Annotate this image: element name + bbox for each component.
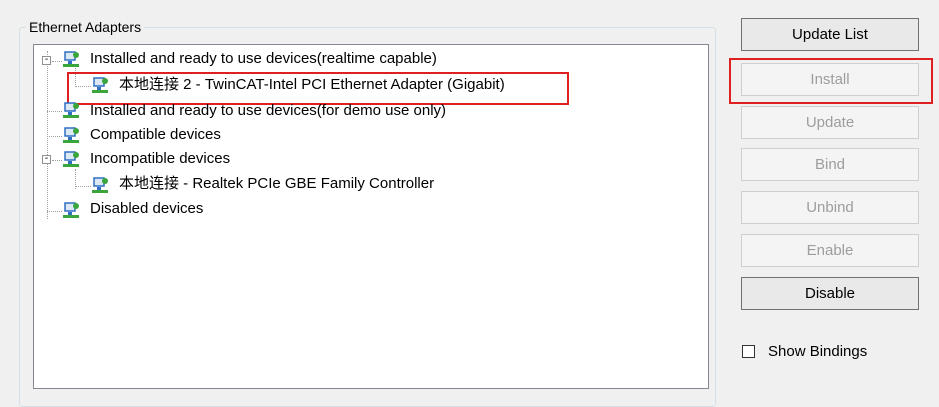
- tree-line: [52, 160, 62, 161]
- collapse-expander[interactable]: -: [42, 154, 51, 164]
- enable-button[interactable]: Enable: [741, 234, 919, 267]
- network-adapter-icon: [63, 51, 79, 67]
- groupbox-title: Ethernet Adapters: [26, 19, 145, 35]
- show-bindings-checkbox[interactable]: [742, 345, 755, 358]
- network-adapter-icon: [63, 102, 79, 118]
- tree-line: [47, 136, 62, 137]
- show-bindings-option[interactable]: Show Bindings: [742, 343, 867, 360]
- tree-line: [47, 111, 62, 112]
- network-adapter-icon: [63, 202, 79, 218]
- network-adapter-icon: [92, 177, 108, 193]
- collapse-expander[interactable]: -: [42, 55, 51, 65]
- show-bindings-label: Show Bindings: [768, 343, 868, 360]
- unbind-button[interactable]: Unbind: [741, 191, 919, 224]
- tree-node-label[interactable]: Installed and ready to use devices(realt…: [90, 49, 437, 69]
- adapter-tree[interactable]: - Installed and ready to use devices(rea…: [33, 44, 709, 389]
- tree-node-label[interactable]: Disabled devices: [90, 199, 203, 219]
- tree-line: [47, 211, 62, 212]
- disable-button[interactable]: Disable: [741, 277, 919, 310]
- bind-button[interactable]: Bind: [741, 148, 919, 181]
- install-button-highlight: [729, 58, 933, 104]
- tree-line: [47, 51, 48, 219]
- tree-line: [52, 61, 62, 62]
- network-adapter-icon: [63, 151, 79, 167]
- tree-line: [75, 186, 91, 187]
- tree-node-label[interactable]: 本地连接 - Realtek PCIe GBE Family Controlle…: [119, 174, 434, 194]
- tree-node-label[interactable]: Incompatible devices: [90, 149, 230, 169]
- tree-node-label[interactable]: Compatible devices: [90, 125, 221, 145]
- update-list-button[interactable]: Update List: [741, 18, 919, 51]
- network-adapter-icon: [63, 127, 79, 143]
- update-button[interactable]: Update: [741, 106, 919, 139]
- tree-node-label[interactable]: Installed and ready to use devices(for d…: [90, 101, 446, 121]
